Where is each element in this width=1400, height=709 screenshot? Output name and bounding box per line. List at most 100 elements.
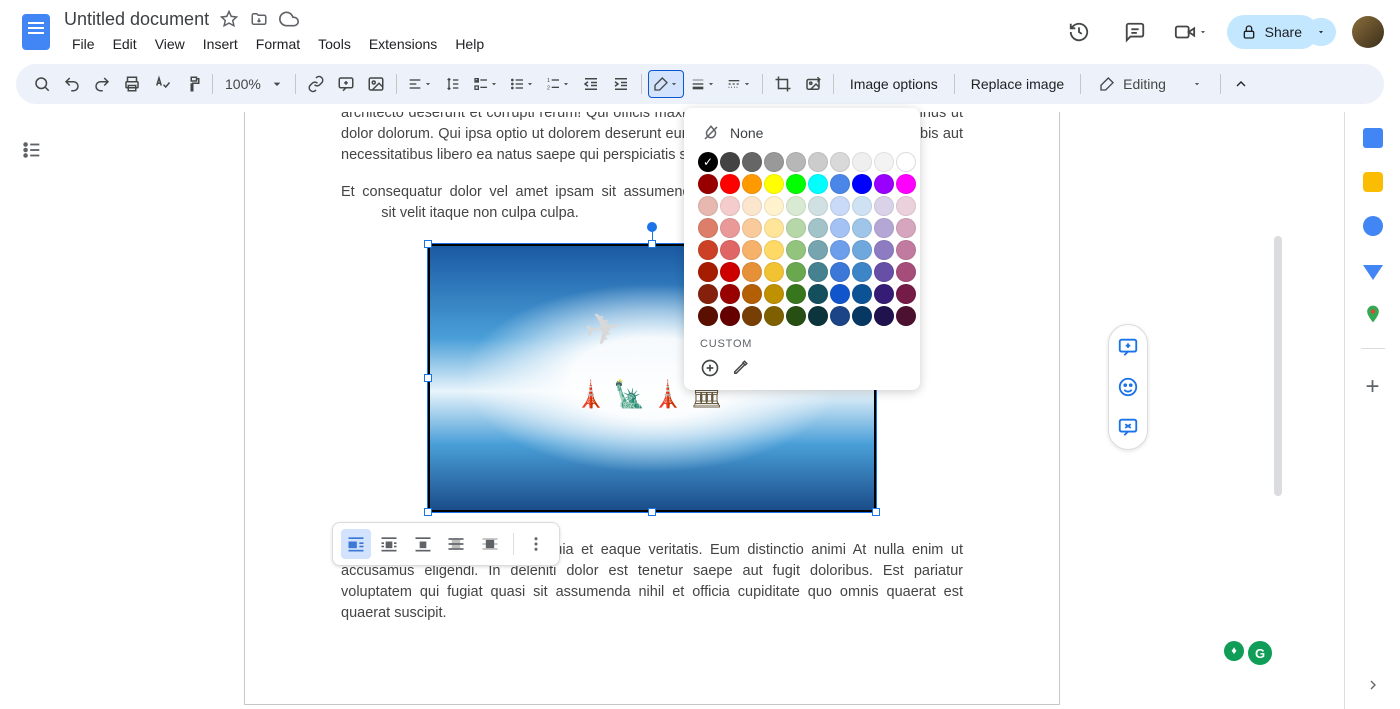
checklist-dropdown[interactable] [469,70,503,98]
badge-icon[interactable]: ♦ [1224,641,1244,661]
color-swatch[interactable] [742,240,762,260]
increase-indent-icon[interactable] [607,70,635,98]
video-call-button[interactable] [1171,12,1211,52]
insert-comment-icon[interactable] [332,70,360,98]
wrap-behind-button[interactable] [442,529,472,559]
color-swatch[interactable] [786,218,806,238]
color-swatch[interactable] [830,152,850,172]
color-swatch[interactable] [896,240,916,260]
menu-format[interactable]: Format [248,32,308,56]
color-swatch[interactable] [786,240,806,260]
outline-icon[interactable] [14,132,50,168]
eyedropper-icon[interactable] [730,358,750,378]
reset-image-icon[interactable] [799,70,827,98]
color-swatch[interactable] [808,284,828,304]
color-swatch[interactable] [852,262,872,282]
color-swatch[interactable] [852,196,872,216]
grammarly-icon[interactable]: G [1248,641,1272,665]
color-swatch[interactable] [830,218,850,238]
bulleted-list-dropdown[interactable] [505,70,539,98]
expand-panel-icon[interactable] [1365,677,1381,693]
color-swatch[interactable] [764,306,784,326]
color-swatch[interactable] [698,174,718,194]
color-swatch[interactable] [830,240,850,260]
color-swatch[interactable] [786,262,806,282]
share-dropdown[interactable] [1306,18,1336,46]
color-swatch[interactable] [720,152,740,172]
color-swatch[interactable] [742,196,762,216]
color-swatch[interactable] [808,262,828,282]
insert-image-icon[interactable] [362,70,390,98]
color-swatch[interactable] [720,218,740,238]
share-button[interactable]: Share [1227,15,1318,49]
color-swatch[interactable] [896,284,916,304]
color-swatch[interactable] [808,218,828,238]
move-icon[interactable] [249,9,269,29]
color-swatch[interactable] [896,218,916,238]
color-swatch[interactable] [764,174,784,194]
border-weight-dropdown[interactable] [686,70,720,98]
color-swatch[interactable] [830,306,850,326]
border-color-dropdown[interactable] [648,70,684,98]
color-swatch[interactable] [852,218,872,238]
search-icon[interactable] [28,70,56,98]
emoji-reaction-icon[interactable] [1116,375,1140,399]
tasks-app-icon[interactable] [1363,216,1383,236]
spellcheck-icon[interactable] [148,70,176,98]
color-swatch[interactable] [764,152,784,172]
resize-handle-br[interactable] [872,508,880,516]
color-swatch[interactable] [874,306,894,326]
wrap-front-button[interactable] [475,529,505,559]
star-icon[interactable] [219,9,239,29]
color-swatch[interactable] [852,306,872,326]
add-apps-icon[interactable]: + [1365,373,1379,401]
resize-handle-t[interactable] [648,240,656,248]
menu-file[interactable]: File [64,32,103,56]
color-swatch[interactable] [764,218,784,238]
wrap-text-button[interactable] [375,529,405,559]
color-swatch[interactable] [786,152,806,172]
document-title[interactable]: Untitled document [64,9,209,30]
maps-app-icon[interactable] [1363,304,1383,324]
color-swatch[interactable] [764,284,784,304]
color-swatch[interactable] [808,196,828,216]
add-custom-color-icon[interactable] [700,358,720,378]
color-swatch[interactable] [852,240,872,260]
calendar-app-icon[interactable] [1363,128,1383,148]
color-swatch[interactable] [742,262,762,282]
color-swatch[interactable] [808,174,828,194]
color-swatch[interactable] [742,284,762,304]
undo-icon[interactable] [58,70,86,98]
color-swatch[interactable] [896,306,916,326]
menu-insert[interactable]: Insert [195,32,246,56]
add-comment-icon[interactable] [1116,335,1140,359]
wrap-inline-button[interactable] [341,529,371,559]
resize-handle-bl[interactable] [424,508,432,516]
color-swatch[interactable] [720,284,740,304]
menu-view[interactable]: View [147,32,193,56]
redo-icon[interactable] [88,70,116,98]
color-swatch[interactable] [698,196,718,216]
color-swatch[interactable] [786,284,806,304]
account-avatar[interactable] [1352,16,1384,48]
zoom-dropdown[interactable]: 100% [219,70,289,98]
suggest-edits-icon[interactable] [1116,415,1140,439]
color-swatch[interactable] [720,306,740,326]
color-swatch[interactable] [808,152,828,172]
contacts-app-icon[interactable] [1363,260,1383,280]
color-swatch[interactable] [852,284,872,304]
color-swatch[interactable] [698,240,718,260]
history-icon[interactable] [1059,12,1099,52]
menu-tools[interactable]: Tools [310,32,359,56]
color-swatch[interactable] [764,240,784,260]
scrollbar[interactable] [1274,236,1282,496]
color-swatch[interactable] [808,306,828,326]
color-swatch[interactable] [830,174,850,194]
crop-icon[interactable] [769,70,797,98]
docs-logo[interactable] [16,12,56,52]
more-options-icon[interactable] [521,529,551,559]
color-swatch[interactable] [764,262,784,282]
color-swatch[interactable] [742,306,762,326]
color-swatch[interactable] [742,174,762,194]
color-swatch[interactable] [896,196,916,216]
